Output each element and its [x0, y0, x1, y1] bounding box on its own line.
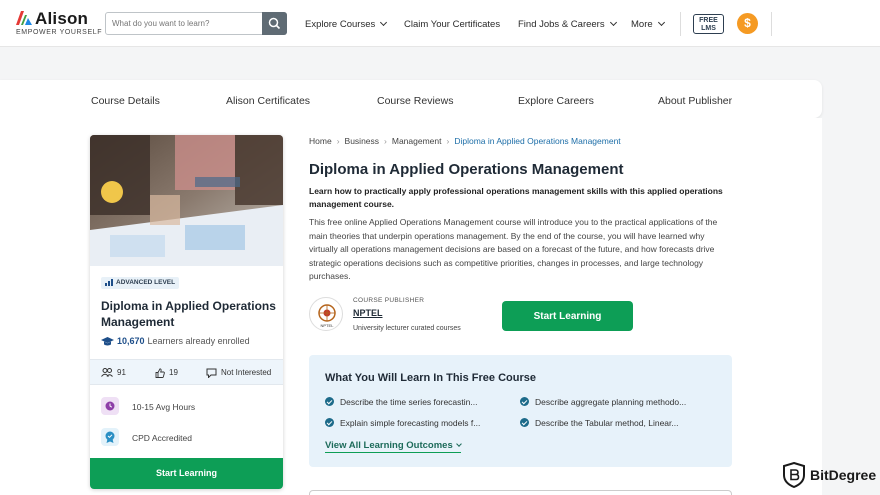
comment-icon [206, 368, 217, 378]
brand-tagline: EMPOWER YOURSELF [16, 29, 103, 36]
learning-outcome-item: Explain simple forecasting models f... [325, 418, 480, 428]
search-button[interactable] [262, 12, 287, 35]
course-description: This free online Applied Operations Mana… [309, 217, 718, 281]
page-title: Diploma in Applied Operations Management [309, 161, 624, 178]
course-card: ADVANCED LEVEL Diploma in Applied Operat… [90, 135, 283, 489]
card-start-learning-button[interactable]: Start Learning [90, 458, 283, 489]
free-lms-line2: LMS [701, 24, 716, 32]
clock-icon [101, 397, 119, 415]
coin-icon[interactable]: $ [737, 13, 758, 34]
tab-course-details[interactable]: Course Details [91, 95, 160, 107]
nav-divider [680, 12, 681, 36]
chevron-down-icon [455, 441, 462, 447]
publisher-logo[interactable]: NPTEL [309, 297, 343, 331]
avg-hours-text: 10-15 Avg Hours [132, 402, 196, 412]
nav-more[interactable]: More [631, 18, 665, 30]
thumbs-up-stat[interactable]: 19 [155, 368, 178, 378]
nav-more-label: More [631, 19, 653, 30]
users-icon [101, 368, 113, 378]
learning-outcomes-panel: What You Will Learn In This Free Course … [309, 355, 732, 467]
card-course-title[interactable]: Diploma in Applied Operations Management [101, 298, 276, 330]
learning-outcome-text: Explain simple forecasting models f... [340, 418, 481, 428]
chevron-down-icon [609, 18, 617, 27]
learners-count: 10,670 [117, 336, 145, 346]
cpd-accredited-text: CPD Accredited [132, 433, 192, 443]
search-box [105, 12, 287, 35]
check-circle-icon [325, 418, 334, 428]
nav-find-jobs[interactable]: Find Jobs & Careers [518, 18, 617, 30]
thumbs-up-count: 19 [169, 368, 178, 378]
not-interested-button[interactable]: Not Interested [206, 368, 271, 378]
level-badge: ADVANCED LEVEL [101, 277, 180, 289]
breadcrumb: Home › Business › Management › Diploma in Appl… [309, 136, 621, 146]
breadcrumb-current: Diploma in Applied Operations Management [454, 136, 621, 146]
level-badge-label: ADVANCED LEVEL [116, 279, 176, 286]
free-lms-button[interactable]: FREE LMS [693, 14, 724, 34]
tab-explore-careers[interactable]: Explore Careers [518, 95, 594, 107]
breadcrumb-home[interactable]: Home [309, 136, 332, 146]
learners-label: Learners already enrolled [147, 336, 250, 346]
learning-outcome-text: Describe aggregate planning methodo... [535, 397, 687, 407]
breadcrumb-management[interactable]: Management [392, 136, 442, 146]
nptel-logo-text: NPTEL [321, 323, 335, 328]
tab-course-reviews[interactable]: Course Reviews [377, 95, 453, 107]
free-lms-line1: FREE [699, 16, 718, 24]
check-circle-icon [520, 418, 529, 428]
view-all-outcomes-label: View All Learning Outcomes [325, 440, 453, 451]
not-interested-label: Not Interested [221, 368, 272, 378]
chevron-down-icon [380, 18, 388, 27]
publisher-label: COURSE PUBLISHER [353, 297, 425, 304]
badge-icon [101, 428, 119, 446]
tab-alison-certificates[interactable]: Alison Certificates [226, 95, 310, 107]
brand-name: Alison [35, 9, 89, 28]
chevron-down-icon [657, 18, 665, 27]
level-bars-icon [105, 278, 113, 286]
graduation-cap-icon [101, 336, 114, 346]
course-image [90, 135, 283, 266]
check-circle-icon [325, 397, 334, 407]
tab-about-publisher[interactable]: About Publisher [658, 95, 732, 107]
learning-outcome-item: Describe the time series forecastin... [325, 397, 477, 407]
nptel-logo-icon: NPTEL [318, 304, 336, 328]
breadcrumb-business[interactable]: Business [345, 136, 380, 146]
learning-outcome-item: Describe aggregate planning methodo... [520, 397, 686, 407]
bitdegree-watermark-text: BitDegree [810, 467, 877, 483]
alison-logo-mark-icon [16, 11, 32, 25]
top-navbar: Alison EMPOWER YOURSELF Explore Courses … [0, 0, 880, 47]
learners-enrolled: 10,670 Learners already enrolled [101, 336, 250, 347]
next-section-box [309, 490, 732, 495]
learning-outcome-item: Describe the Tabular method, Linear... [520, 418, 678, 428]
search-input[interactable] [112, 16, 262, 31]
publisher-name-link[interactable]: NPTEL [353, 308, 383, 318]
card-stats-row: 91 19 Not Interested [90, 359, 283, 385]
course-lead-text: Learn how to practically apply professio… [309, 186, 723, 209]
nav-find-jobs-label: Find Jobs & Careers [518, 19, 605, 30]
start-learning-button[interactable]: Start Learning [502, 301, 633, 331]
search-icon [268, 17, 281, 30]
nav-explore-courses-label: Explore Courses [305, 19, 376, 30]
likes-stat[interactable]: 91 [101, 368, 126, 378]
nav-explore-courses[interactable]: Explore Courses [305, 18, 388, 30]
nav-claim-certificates-label: Claim Your Certificates [404, 19, 501, 30]
likes-count: 91 [117, 368, 126, 377]
view-all-outcomes-link[interactable]: View All Learning Outcomes [325, 440, 462, 453]
thumbs-up-icon [155, 368, 165, 378]
learning-outcomes-title: What You Will Learn In This Free Course [325, 372, 536, 384]
breadcrumb-separator: › [384, 136, 387, 146]
check-circle-icon [520, 397, 529, 407]
nav-divider [771, 12, 772, 36]
breadcrumb-separator: › [446, 136, 450, 146]
bitdegree-shield-icon [783, 462, 805, 488]
course-tabs-bar: Course Details Alison Certificates Cours… [0, 80, 822, 118]
breadcrumb-separator: › [336, 136, 340, 146]
nav-claim-certificates[interactable]: Claim Your Certificates [404, 19, 500, 30]
learning-outcome-text: Describe the Tabular method, Linear... [535, 418, 679, 428]
publisher-subtitle: University lecturer curated courses [353, 325, 461, 332]
learning-outcome-text: Describe the time series forecastin... [340, 397, 478, 407]
